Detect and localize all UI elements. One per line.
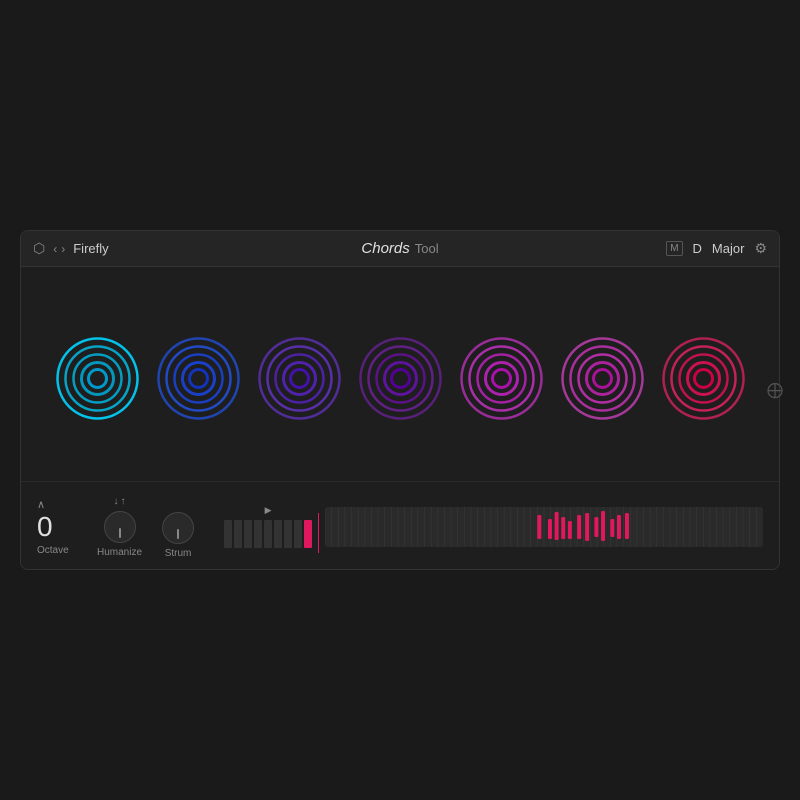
app-title-main: Chords <box>361 240 409 257</box>
strum-knob[interactable] <box>162 512 194 544</box>
humanize-label: Humanize <box>97 547 142 558</box>
header-title: Chords Tool <box>361 240 438 257</box>
humanize-control: ↓ ↑ Humanize <box>97 496 142 558</box>
chord-pad-1[interactable] <box>55 336 140 421</box>
seq-block[interactable] <box>284 520 292 548</box>
chord-pad-4[interactable] <box>358 336 443 421</box>
octave-control: ∧ 0 Octave <box>37 498 77 556</box>
seq-block[interactable] <box>224 520 232 548</box>
cube-icon: ⬡ <box>33 240 45 257</box>
nav-back-button[interactable]: ‹ <box>53 242 57 256</box>
arrow-up-icon: ↑ <box>121 496 126 507</box>
nav-arrows: ‹ › <box>53 242 65 256</box>
seq-block[interactable] <box>274 520 282 548</box>
mini-sequencer <box>224 520 312 548</box>
chord-pad-3[interactable] <box>257 336 342 421</box>
strum-control: Strum <box>162 494 194 559</box>
plugin-window: ⬡ ‹ › Firefly Chords Tool M D Major ⚙ <box>20 230 780 570</box>
key-label[interactable]: D <box>693 241 702 256</box>
chord-pad-6[interactable] <box>560 336 645 421</box>
chord-pad-5[interactable] <box>459 336 544 421</box>
seq-block[interactable] <box>264 520 272 548</box>
seq-block-active[interactable] <box>304 520 312 548</box>
scale-label[interactable]: Major <box>712 241 745 256</box>
octave-value: 0 <box>37 513 53 541</box>
chevron-up-icon[interactable]: ∧ <box>37 498 45 511</box>
chord-pad-2[interactable] <box>156 336 241 421</box>
seq-block[interactable] <box>234 520 242 548</box>
sequencer-section: ▶ <box>224 505 312 548</box>
play-button[interactable]: ▶ <box>265 505 272 516</box>
chord-pad-7[interactable] <box>661 336 746 421</box>
app-title-sub: Tool <box>415 241 439 256</box>
header: ⬡ ‹ › Firefly Chords Tool M D Major ⚙ <box>21 231 779 267</box>
piano-roll-area: ▶ <box>224 497 763 557</box>
seq-block[interactable] <box>244 520 252 548</box>
settings-icon[interactable]: ⚙ <box>754 240 767 257</box>
arrow-down-icon: ↓ <box>114 496 119 507</box>
playhead-cursor <box>318 513 319 553</box>
octave-label: Octave <box>37 545 69 556</box>
strum-label: Strum <box>165 548 192 559</box>
layout-icon[interactable] <box>766 382 780 405</box>
nav-forward-button[interactable]: › <box>61 242 65 256</box>
midi-icon: M <box>666 241 682 256</box>
humanize-arrows: ↓ ↑ <box>114 496 126 507</box>
preset-name: Firefly <box>73 241 108 256</box>
piano-note-roll[interactable] <box>325 507 763 547</box>
main-content: ∧ 0 Octave ↓ ↑ Humanize Strum <box>21 267 779 570</box>
humanize-knob[interactable] <box>104 511 136 543</box>
header-left: ⬡ ‹ › Firefly <box>33 240 109 257</box>
chords-area <box>21 267 779 481</box>
bottom-controls: ∧ 0 Octave ↓ ↑ Humanize Strum <box>21 481 779 570</box>
seq-block[interactable] <box>294 520 302 548</box>
header-right: M D Major ⚙ <box>666 240 767 257</box>
seq-block[interactable] <box>254 520 262 548</box>
